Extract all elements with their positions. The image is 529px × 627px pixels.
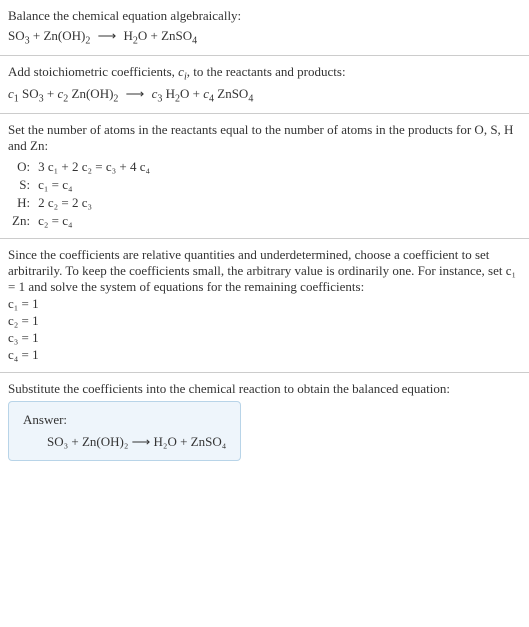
- section-balance-intro: Balance the chemical equation algebraica…: [0, 0, 529, 55]
- equation-with-coefficients: c1 SO3 + c2 Zn(OH)2 ⟶ c3 H2O + c4 ZnSO4: [8, 86, 521, 105]
- table-row: O:3 c₁ + 2 c₂ = c₃ + 4 c₄: [8, 158, 154, 176]
- element-label: H:: [8, 194, 34, 212]
- intro-text: Set the number of atoms in the reactants…: [8, 122, 521, 154]
- balanced-equation: SO₃ + Zn(OH)₂ ⟶ H₂O + ZnSO₄: [23, 434, 226, 450]
- coefficient-value: c₁ = 1: [8, 296, 521, 312]
- element-equation: c₂ = c₄: [34, 212, 154, 230]
- element-equation: 2 c₂ = 2 c₃: [34, 194, 154, 212]
- element-equation: 3 c₁ + 2 c₂ = c₃ + 4 c₄: [34, 158, 154, 176]
- section-add-coefficients: Add stoichiometric coefficients, ci, to …: [0, 56, 529, 113]
- coefficient-list: c₁ = 1 c₂ = 1 c₃ = 1 c₄ = 1: [8, 296, 521, 363]
- answer-label: Answer:: [23, 412, 226, 428]
- answer-box: Answer: SO₃ + Zn(OH)₂ ⟶ H₂O + ZnSO₄: [8, 401, 241, 461]
- coefficient-value: c₂ = 1: [8, 313, 521, 329]
- table-row: H:2 c₂ = 2 c₃: [8, 194, 154, 212]
- table-row: S:c₁ = c₄: [8, 176, 154, 194]
- section-atom-equations: Set the number of atoms in the reactants…: [0, 114, 529, 238]
- table-row: Zn:c₂ = c₄: [8, 212, 154, 230]
- section-solve: Since the coefficients are relative quan…: [0, 239, 529, 372]
- element-label: S:: [8, 176, 34, 194]
- element-label: Zn:: [8, 212, 34, 230]
- atom-equations-table: O:3 c₁ + 2 c₂ = c₃ + 4 c₄ S:c₁ = c₄ H:2 …: [8, 158, 154, 230]
- intro-text: Balance the chemical equation algebraica…: [8, 8, 521, 24]
- element-label: O:: [8, 158, 34, 176]
- intro-text: Substitute the coefficients into the che…: [8, 381, 521, 397]
- intro-text: Add stoichiometric coefficients, ci, to …: [8, 64, 521, 83]
- section-answer: Substitute the coefficients into the che…: [0, 373, 529, 469]
- intro-text: Since the coefficients are relative quan…: [8, 247, 521, 295]
- element-equation: c₁ = c₄: [34, 176, 154, 194]
- coefficient-value: c₄ = 1: [8, 347, 521, 363]
- coefficient-value: c₃ = 1: [8, 330, 521, 346]
- unbalanced-equation: SO3 + Zn(OH)2 ⟶ H2O + ZnSO4: [8, 28, 521, 47]
